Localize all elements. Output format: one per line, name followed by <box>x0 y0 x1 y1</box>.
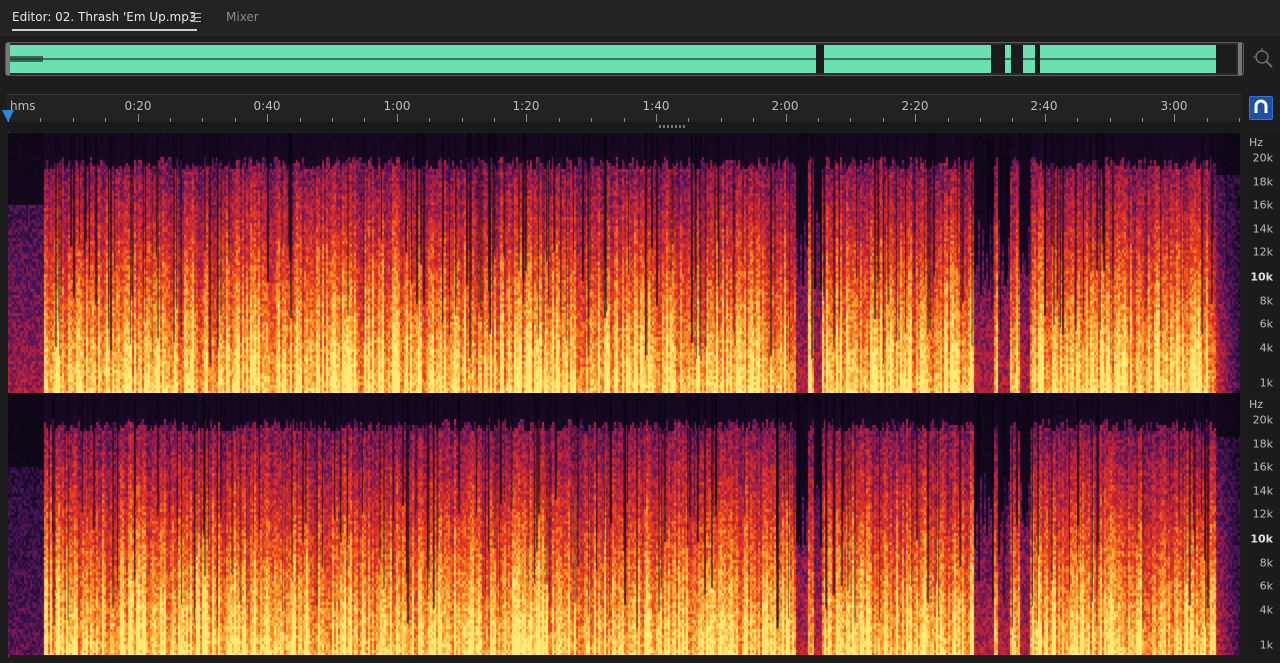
frequency-label: 20k <box>1252 413 1273 427</box>
frequency-label: 8k <box>1259 294 1273 308</box>
frequency-label: 20k <box>1252 151 1273 165</box>
waveform-gap-1 <box>816 45 824 73</box>
ruler-label: 2:40 <box>1030 99 1058 113</box>
time-ruler[interactable]: hms 0:20 0:40 1:00 1:20 1:40 2:00 2:20 2… <box>7 94 1241 123</box>
frequency-label: 1k <box>1259 376 1273 390</box>
spectral-display-left-channel[interactable] <box>8 133 1240 394</box>
hamburger-menu-icon[interactable] <box>191 10 201 24</box>
ruler-label: 1:40 <box>642 99 670 113</box>
snap-magnet-icon[interactable] <box>1249 96 1273 120</box>
frequency-label: 6k <box>1259 579 1273 593</box>
tab-mixer[interactable]: Mixer <box>226 10 259 24</box>
overview-waveform-graphic <box>6 43 1242 75</box>
frequency-label: 10k <box>1250 270 1273 284</box>
tab-editor[interactable]: Editor: 02. Thrash 'Em Up.mp3 <box>12 10 197 31</box>
ruler-label: 2:20 <box>901 99 929 113</box>
frequency-label: 14k <box>1252 222 1273 236</box>
frequency-label: 1k <box>1259 638 1273 652</box>
spectrogram-left <box>8 133 1240 394</box>
frequency-label: 4k <box>1259 341 1273 355</box>
waveform-intro-band <box>8 56 43 62</box>
tab-bar: Editor: 02. Thrash 'Em Up.mp3 Mixer <box>0 0 1280 36</box>
frequency-label: 10k <box>1250 532 1273 546</box>
frequency-label: 12k <box>1252 507 1273 521</box>
frequency-label: 18k <box>1252 175 1273 189</box>
waveform-gap-2 <box>991 45 1005 73</box>
spectral-display-right-channel[interactable] <box>8 395 1240 655</box>
ruler-label: 2:00 <box>771 99 799 113</box>
ruler-label: 3:00 <box>1160 99 1188 113</box>
channel-splitter[interactable] <box>7 122 1241 132</box>
frequency-label: 14k <box>1252 484 1273 498</box>
overview-right-handle[interactable] <box>1238 43 1242 75</box>
ruler-label: 1:00 <box>383 99 411 113</box>
frequency-label: 16k <box>1252 460 1273 474</box>
spectrogram-right <box>8 395 1240 655</box>
waveform-gap-3 <box>1011 45 1023 73</box>
frequency-label: 4k <box>1259 603 1273 617</box>
frequency-scale-right: Hz 20k 18k 16k 14k 12k 10k 8k 6k 4k 1k <box>1241 395 1280 655</box>
frequency-label: 16k <box>1252 198 1273 212</box>
overview-left-handle[interactable] <box>6 43 10 75</box>
hz-unit-label: Hz <box>1249 398 1264 411</box>
splitter-grip[interactable] <box>659 125 685 128</box>
ruler-label: 1:20 <box>512 99 540 113</box>
hz-unit-label: Hz <box>1249 136 1264 149</box>
frequency-label: 12k <box>1252 245 1273 259</box>
waveform-gap-4 <box>1035 45 1040 73</box>
zoom-navigator-icon[interactable] <box>1252 47 1274 69</box>
overview-waveform[interactable] <box>5 42 1244 76</box>
frequency-scale-left: Hz 20k 18k 16k 14k 12k 10k 8k 6k 4k 1k <box>1241 133 1280 394</box>
frequency-label: 8k <box>1259 556 1273 570</box>
ruler-label: 0:20 <box>124 99 152 113</box>
frequency-label: 6k <box>1259 317 1273 331</box>
frequency-label: 18k <box>1252 437 1273 451</box>
waveform-tail <box>1216 45 1236 73</box>
ruler-label: 0:40 <box>253 99 281 113</box>
playhead-marker[interactable] <box>2 110 14 122</box>
